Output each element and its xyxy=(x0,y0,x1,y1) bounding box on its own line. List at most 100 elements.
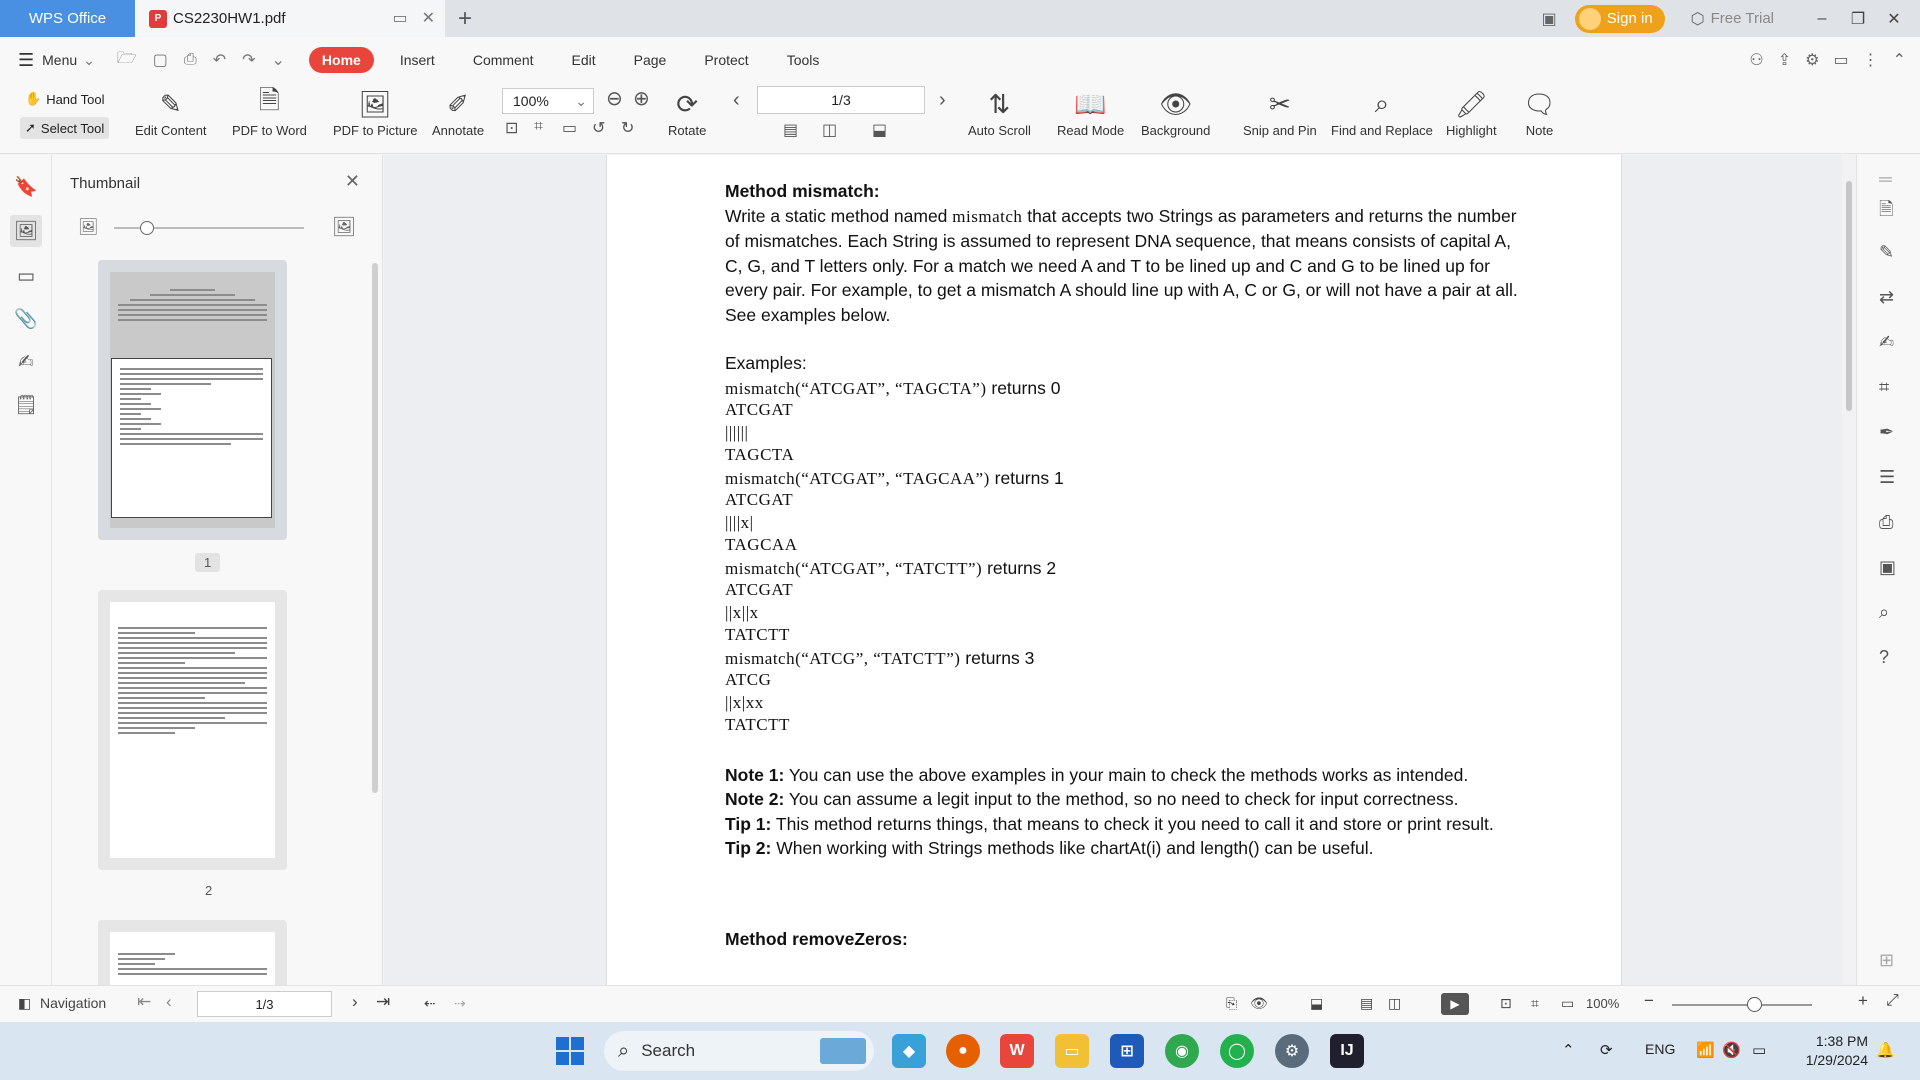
hand-tool-button[interactable]: ✋ Hand Tool xyxy=(20,88,110,110)
wps-office-icon[interactable]: W xyxy=(1000,1034,1034,1068)
free-trial-button[interactable]: Free Trial xyxy=(1711,10,1774,27)
comment-icon[interactable]: ▭ xyxy=(1833,50,1848,70)
bookmark-icon[interactable]: 🔖 xyxy=(14,175,38,199)
grid-apps-icon[interactable]: ⊞ xyxy=(1879,950,1894,971)
sync-icon[interactable]: ⟳ xyxy=(1600,1041,1613,1059)
taskbar-search[interactable]: ⌕ Search xyxy=(604,1031,874,1071)
single-page-icon[interactable]: ▤ xyxy=(783,120,798,140)
file-explorer-icon[interactable]: ▭ xyxy=(1055,1034,1089,1068)
actual-size-icon[interactable]: ⊡ xyxy=(1500,995,1512,1012)
redo-icon[interactable]: ↷ xyxy=(242,50,255,70)
save-icon[interactable]: ▢ xyxy=(153,50,168,70)
auto-scroll-button[interactable]: ⇅ Auto Scroll xyxy=(968,85,1031,139)
settings-icon[interactable]: ⚙ xyxy=(1805,50,1819,70)
edit-content-button[interactable]: ✎ Edit Content xyxy=(135,85,207,139)
volume-muted-icon[interactable]: 🔇 xyxy=(1722,1041,1741,1059)
thumbnail-size-slider[interactable] xyxy=(114,221,304,235)
next-page-icon[interactable]: › xyxy=(352,992,358,1012)
tab-protect[interactable]: Protect xyxy=(704,52,748,68)
customize-icon[interactable]: ⌄ xyxy=(272,50,285,70)
background-button[interactable]: 👁 Background xyxy=(1141,85,1210,139)
next-page-icon[interactable]: › xyxy=(939,89,946,112)
microsoft-store-icon[interactable]: ⊞ xyxy=(1110,1034,1144,1068)
back-icon[interactable]: ⇠ xyxy=(424,995,436,1012)
wifi-icon[interactable]: 📶 xyxy=(1696,1041,1715,1059)
copilot-icon[interactable]: ◆ xyxy=(892,1034,926,1068)
outline-icon[interactable]: ☰ xyxy=(1879,467,1895,488)
restore-icon[interactable]: ❐ xyxy=(1840,9,1876,29)
status-page-input[interactable]: 1/3 xyxy=(197,991,332,1017)
fullscreen-icon[interactable]: ⤢ xyxy=(1886,992,1899,1010)
close-window-icon[interactable]: ✕ xyxy=(1876,9,1912,29)
document-tab[interactable]: P CS2230HW1.pdf ▭ ✕ xyxy=(135,0,445,37)
share-user-icon[interactable]: ⚇ xyxy=(1749,50,1763,70)
find-and-replace-button[interactable]: ⌕ Find and Replace xyxy=(1331,85,1433,138)
undo-icon[interactable]: ↶ xyxy=(213,50,226,70)
fit-width-icon[interactable]: ▭ xyxy=(1561,995,1574,1012)
zoom-in-icon[interactable]: + xyxy=(1858,991,1868,1011)
sign-in-button[interactable]: Sign in xyxy=(1574,4,1665,33)
minimize-icon[interactable]: – xyxy=(1804,10,1840,28)
new-tab-button[interactable]: + xyxy=(458,5,472,33)
previous-page-icon[interactable]: ‹ xyxy=(166,992,172,1012)
first-page-icon[interactable]: ⇤ xyxy=(137,992,151,1012)
navigation-label[interactable]: Navigation xyxy=(40,995,106,1011)
taskbar-clock[interactable]: 1:38 PM 1/29/2024 xyxy=(1806,1032,1868,1070)
fill-sign-icon[interactable]: ✍ xyxy=(1879,332,1894,353)
rotate-right-icon[interactable]: ↻ xyxy=(621,118,634,138)
fit-page-icon[interactable]: ⌗ xyxy=(1531,995,1539,1012)
zoom-slider-knob[interactable] xyxy=(1747,997,1762,1012)
export-pdf-icon[interactable]: 🗎 xyxy=(1879,197,1893,227)
collapse-ribbon-icon[interactable]: ⌃ xyxy=(1893,50,1906,70)
print-icon[interactable]: ⎙ xyxy=(184,51,197,69)
language-indicator[interactable]: ENG xyxy=(1645,1041,1675,1057)
tab-page[interactable]: Page xyxy=(634,52,667,68)
settings-icon[interactable]: ⚙ xyxy=(1275,1034,1309,1068)
snip-and-pin-button[interactable]: ✂ Snip and Pin xyxy=(1243,85,1317,139)
zoom-slider[interactable] xyxy=(1672,997,1812,1012)
notifications-icon[interactable]: 🔔 xyxy=(1876,1041,1895,1059)
highlight-button[interactable]: 🖍 Highlight xyxy=(1446,85,1497,139)
attachment-icon[interactable]: 📎 xyxy=(14,307,38,331)
tab-comment[interactable]: Comment xyxy=(473,52,534,68)
form-icon[interactable]: 🗒 xyxy=(14,393,38,417)
chrome-icon[interactable]: ◉ xyxy=(1165,1034,1199,1068)
main-menu-button[interactable]: ☰ Menu ⌄ xyxy=(18,50,95,71)
zoom-select[interactable]: 100% ⌄ xyxy=(502,88,594,114)
rotate-left-icon[interactable]: ↺ xyxy=(592,118,605,138)
share-icon[interactable]: ⇪ xyxy=(1778,50,1791,70)
extract-icon[interactable]: ⎘ xyxy=(1226,995,1237,1012)
wps-office-tab[interactable]: WPS Office xyxy=(0,0,135,37)
pen-icon[interactable]: ✒ xyxy=(1879,422,1894,443)
slider-knob[interactable] xyxy=(140,221,154,235)
thumbnail-page-3[interactable] xyxy=(98,920,287,985)
tab-insert[interactable]: Insert xyxy=(400,52,435,68)
previous-page-icon[interactable]: ‹ xyxy=(733,89,740,112)
signature-icon[interactable]: ✍ xyxy=(14,351,38,374)
search-document-icon[interactable]: ⌕ xyxy=(1879,602,1889,623)
thumbnail-page-2[interactable] xyxy=(98,590,287,870)
two-page-view-icon[interactable]: ◫ xyxy=(1388,995,1401,1012)
zoom-out-icon[interactable]: ⊖ xyxy=(606,86,623,111)
two-page-icon[interactable]: ◫ xyxy=(822,120,837,140)
zoom-out-icon[interactable]: − xyxy=(1644,991,1654,1011)
thumbnail-scrollbar[interactable] xyxy=(372,263,378,793)
note-button[interactable]: 🗨 Note xyxy=(1523,85,1556,139)
edit-pdf-icon[interactable]: ✎ xyxy=(1879,242,1894,263)
scrollbar-thumb[interactable] xyxy=(1846,181,1852,411)
convert-icon[interactable]: ⇄ xyxy=(1879,287,1894,308)
eye-care-icon[interactable]: 👁 xyxy=(1250,995,1268,1012)
scan-icon[interactable]: ⌗ xyxy=(1879,377,1889,398)
continuous-view-icon[interactable]: ⬓ xyxy=(1310,995,1323,1012)
close-icon[interactable]: ✕ xyxy=(345,171,360,192)
intellij-icon[interactable]: IJ xyxy=(1330,1034,1364,1068)
large-thumbnail-icon[interactable]: 🖼 xyxy=(332,215,356,239)
print-icon[interactable]: ⎙ xyxy=(1879,512,1893,533)
pin-tab-icon[interactable]: ▭ xyxy=(392,8,407,28)
pdf-to-picture-button[interactable]: 🖼 PDF to Picture xyxy=(333,85,418,139)
show-hidden-icons-icon[interactable]: ⌃ xyxy=(1562,1041,1575,1059)
play-icon[interactable]: ▶ xyxy=(1441,993,1469,1015)
navigation-panel-icon[interactable]: ◧ xyxy=(18,995,31,1012)
small-thumbnail-icon[interactable]: 🖼 xyxy=(78,217,98,237)
zoom-in-icon[interactable]: ⊕ xyxy=(633,86,650,111)
